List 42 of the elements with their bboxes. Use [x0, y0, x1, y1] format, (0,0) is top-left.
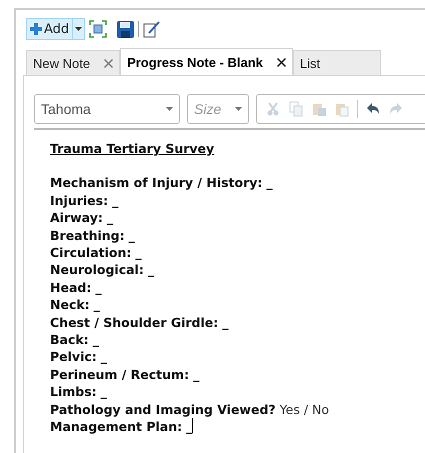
field-label: Circulation: — [50, 244, 132, 262]
field-label: Breathing: — [50, 226, 125, 244]
field-label: Pathology and Imaging Viewed? — [50, 400, 276, 418]
field-answer[interactable]: _ — [112, 192, 118, 210]
field-answer[interactable]: _ — [128, 226, 135, 244]
field-label: Pelvic: — [50, 348, 97, 366]
tab[interactable]: Progress Note - Blank — [120, 48, 293, 75]
field-answer[interactable]: _ — [100, 383, 107, 401]
font-dropdown[interactable]: Tahoma — [34, 94, 180, 124]
field-label: Perineum / Rectum: — [50, 366, 190, 384]
field-label: Injuries: — [50, 192, 108, 210]
field-answer[interactable]: _ — [186, 418, 192, 436]
field-answer[interactable]: _ — [135, 244, 142, 262]
field-answer[interactable]: _ — [94, 296, 100, 314]
fit-screen-icon[interactable] — [89, 20, 108, 38]
field-label: Mechanism of Injury / History: — [50, 174, 262, 192]
field-answer[interactable]: _ — [148, 261, 154, 279]
field-answer[interactable]: Yes / No — [280, 400, 330, 418]
plus-icon — [30, 23, 42, 35]
edit-note-icon[interactable] — [143, 20, 160, 38]
field-answer[interactable]: _ — [266, 174, 273, 192]
field-label: Management Plan: — [50, 418, 182, 436]
field-label: Airway: — [50, 209, 103, 227]
tab[interactable]: New Note — [26, 50, 120, 75]
field-answer[interactable]: _ — [95, 278, 102, 296]
field-answer[interactable]: _ — [193, 366, 200, 384]
field-answer[interactable]: _ — [100, 348, 108, 366]
field-answer[interactable]: _ — [222, 314, 229, 332]
document-title: Trauma Tertiary Survey — [50, 140, 214, 158]
tab[interactable]: List — [292, 50, 382, 75]
close-icon[interactable] — [276, 58, 286, 66]
field-label: Neck: — [50, 296, 90, 314]
field-label: Chest / Shoulder Girdle: — [50, 314, 218, 332]
field-answer[interactable]: _ — [106, 209, 114, 227]
field-label: Neurological: — [50, 261, 144, 279]
caret-icon[interactable] — [75, 27, 82, 31]
field-label: Back: — [50, 331, 89, 348]
field-answer[interactable]: _ — [92, 331, 99, 348]
add-button[interactable]: Add — [26, 18, 86, 40]
field-label: Limbs: — [50, 383, 97, 401]
field-label: Head: — [50, 278, 92, 296]
save-icon[interactable] — [117, 20, 134, 38]
